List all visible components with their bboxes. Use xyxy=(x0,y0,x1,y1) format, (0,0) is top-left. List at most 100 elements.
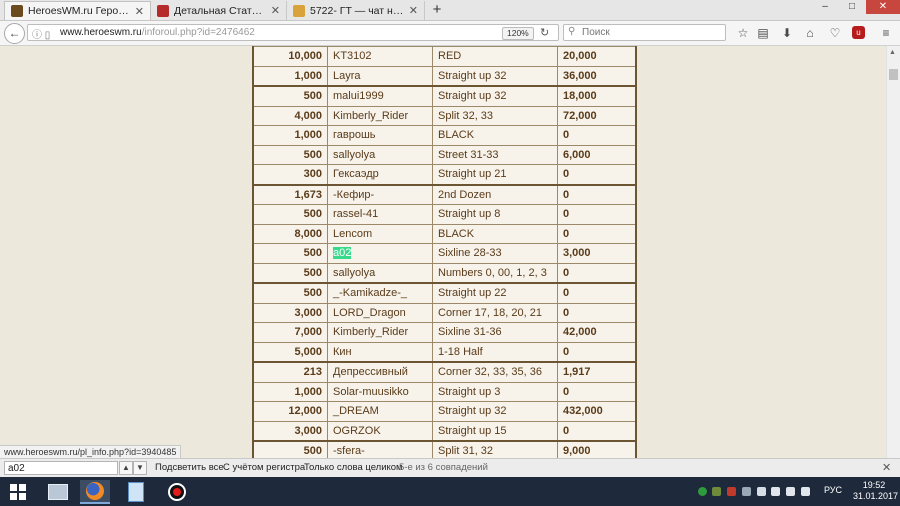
tab-close-icon[interactable]: ✕ xyxy=(409,4,418,17)
downloads-icon[interactable]: ⬇ xyxy=(779,25,795,41)
record-app-icon[interactable] xyxy=(162,480,192,504)
highlight-all-toggle[interactable]: Подсветить все xyxy=(155,462,224,473)
scroll-up-icon[interactable]: ▲ xyxy=(889,49,896,56)
player-link[interactable]: sallyolya xyxy=(333,149,375,161)
player-name-cell[interactable]: гаврошь xyxy=(327,125,433,146)
player-name-cell[interactable]: Layra xyxy=(327,65,433,87)
flag-icon[interactable] xyxy=(771,487,780,496)
win-amount-value: 0 xyxy=(563,129,570,142)
player-link[interactable]: malui1999 xyxy=(333,90,384,102)
notepad-icon[interactable] xyxy=(121,480,151,504)
player-link[interactable]: Layra xyxy=(333,70,361,82)
whole-words-toggle[interactable]: Только слова целиком xyxy=(304,462,403,473)
tab-statistics[interactable]: Детальная Статистика Ру… ✕ xyxy=(151,1,287,20)
home-icon[interactable]: ⌂ xyxy=(802,25,818,41)
address-bar[interactable]: ⓘ ▯ www.heroeswm.ru/inforoul.php?id=2476… xyxy=(27,24,559,41)
find-close-button[interactable]: ✕ xyxy=(882,461,891,474)
win-amount-value: 0 xyxy=(563,287,570,300)
find-input[interactable] xyxy=(4,461,118,475)
search-input[interactable] xyxy=(582,26,722,39)
scrollbar-thumb[interactable] xyxy=(889,69,898,80)
player-link[interactable]: Kimberly_Rider xyxy=(333,326,408,338)
player-link[interactable]: KT3102 xyxy=(333,50,372,62)
player-name-cell[interactable]: Гексаэдр xyxy=(327,164,433,185)
maximize-button[interactable]: □ xyxy=(839,0,865,14)
tab-close-icon[interactable]: ✕ xyxy=(271,4,280,17)
tray-app-icon[interactable] xyxy=(698,487,707,496)
tray-app-icon[interactable] xyxy=(712,487,721,496)
volume-icon[interactable] xyxy=(801,487,810,496)
player-name-cell[interactable]: OGRZOK xyxy=(327,420,433,442)
network-icon[interactable] xyxy=(786,487,795,496)
player-name-cell[interactable]: sallyolya xyxy=(327,144,433,165)
win-amount-value: 0 xyxy=(563,345,570,358)
player-name-cell[interactable]: Депрессивный xyxy=(327,361,433,383)
player-link[interactable]: -sfera- xyxy=(333,445,365,457)
player-name-cell[interactable]: Lencom xyxy=(327,223,433,244)
player-name-cell[interactable]: Кин xyxy=(327,341,433,363)
bet-type-cell: BLACK xyxy=(432,223,558,244)
player-name-cell[interactable]: Kimberly_Rider xyxy=(327,105,433,126)
ublock-icon[interactable]: u xyxy=(852,26,865,39)
player-link[interactable]: гаврошь xyxy=(333,129,376,141)
player-link[interactable]: -Кефир- xyxy=(333,189,374,201)
player-link[interactable]: LORD_Dragon xyxy=(333,307,406,319)
player-link[interactable]: Депрессивный xyxy=(333,366,408,378)
player-link[interactable]: _DREAM xyxy=(333,405,379,417)
find-next-button[interactable]: ▼ xyxy=(133,461,147,475)
window-close-button[interactable]: ✕ xyxy=(866,0,900,14)
tab-chat[interactable]: 5722- ГТ — чат на chat-of… ✕ xyxy=(287,1,425,20)
language-indicator[interactable]: РУС xyxy=(824,485,842,495)
win-amount-cell: 0 xyxy=(557,381,637,402)
player-link[interactable]: OGRZOK xyxy=(333,425,381,437)
player-link[interactable]: _-Kamikadze-_ xyxy=(333,287,407,299)
player-link[interactable]: rassel-41 xyxy=(333,208,378,220)
pocket-icon[interactable]: ♡ xyxy=(827,25,843,41)
player-name-cell[interactable]: -Кефир- xyxy=(327,183,433,205)
vertical-scrollbar[interactable]: ▲ xyxy=(886,46,900,458)
player-link[interactable]: Гексаэдр xyxy=(333,168,379,180)
player-name-cell[interactable]: a02 xyxy=(327,243,433,264)
player-name-cell[interactable]: LORD_Dragon xyxy=(327,302,433,323)
menu-icon[interactable]: ≡ xyxy=(878,25,894,41)
win-amount-value: 432,000 xyxy=(563,405,603,418)
player-name-cell[interactable]: -sfera- xyxy=(327,440,433,458)
site-info-icon[interactable]: ⓘ ▯ xyxy=(32,26,50,41)
minimize-button[interactable]: – xyxy=(812,0,838,14)
player-name-cell[interactable]: Kimberly_Rider xyxy=(327,322,433,343)
search-box[interactable]: ⚲ xyxy=(563,24,726,41)
find-previous-button[interactable]: ▲ xyxy=(119,461,133,475)
win-amount-cell: 0 xyxy=(557,164,637,185)
player-name-cell[interactable]: malui1999 xyxy=(327,85,433,107)
player-link[interactable]: Lencom xyxy=(333,228,372,240)
player-name-cell[interactable]: _-Kamikadze-_ xyxy=(327,282,433,304)
player-link[interactable]: Kimberly_Rider xyxy=(333,110,408,122)
player-name-cell[interactable]: sallyolya xyxy=(327,262,433,284)
tray-app-icon[interactable] xyxy=(727,487,736,496)
player-name-cell[interactable]: Solar-muusikko xyxy=(327,381,433,402)
back-button[interactable]: ← xyxy=(4,23,25,44)
reload-icon[interactable]: ↻ xyxy=(540,26,549,39)
tab-close-icon[interactable]: ✕ xyxy=(135,5,144,18)
player-name-cell[interactable]: KT3102 xyxy=(327,46,433,67)
player-link[interactable]: Solar-muusikko xyxy=(333,386,409,398)
zoom-level-badge[interactable]: 120% xyxy=(502,27,534,40)
firefox-icon[interactable] xyxy=(80,480,110,504)
reading-list-icon[interactable]: ▤ xyxy=(755,25,771,41)
player-link[interactable]: Кин xyxy=(333,346,352,358)
new-tab-button[interactable]: + xyxy=(428,1,446,19)
player-name-cell[interactable]: _DREAM xyxy=(327,401,433,422)
bet-type-cell: Street 31-33 xyxy=(432,144,558,165)
tab-heroeswm[interactable]: HeroesWM.ru Герои войн… ✕ xyxy=(4,1,151,20)
bookmark-star-icon[interactable]: ☆ xyxy=(735,25,751,41)
file-explorer-icon[interactable] xyxy=(43,480,73,504)
tray-app-icon[interactable] xyxy=(757,487,766,496)
win-amount-value: 0 xyxy=(563,188,570,201)
match-case-toggle[interactable]: С учётом регистра xyxy=(223,462,305,473)
player-link[interactable]: a02 xyxy=(333,247,352,260)
player-link[interactable]: sallyolya xyxy=(333,267,375,279)
windows-start-icon[interactable] xyxy=(10,484,26,500)
clock[interactable]: 19:52 31.01.2017 xyxy=(853,480,898,502)
tray-app-icon[interactable] xyxy=(742,487,751,496)
player-name-cell[interactable]: rassel-41 xyxy=(327,204,433,225)
